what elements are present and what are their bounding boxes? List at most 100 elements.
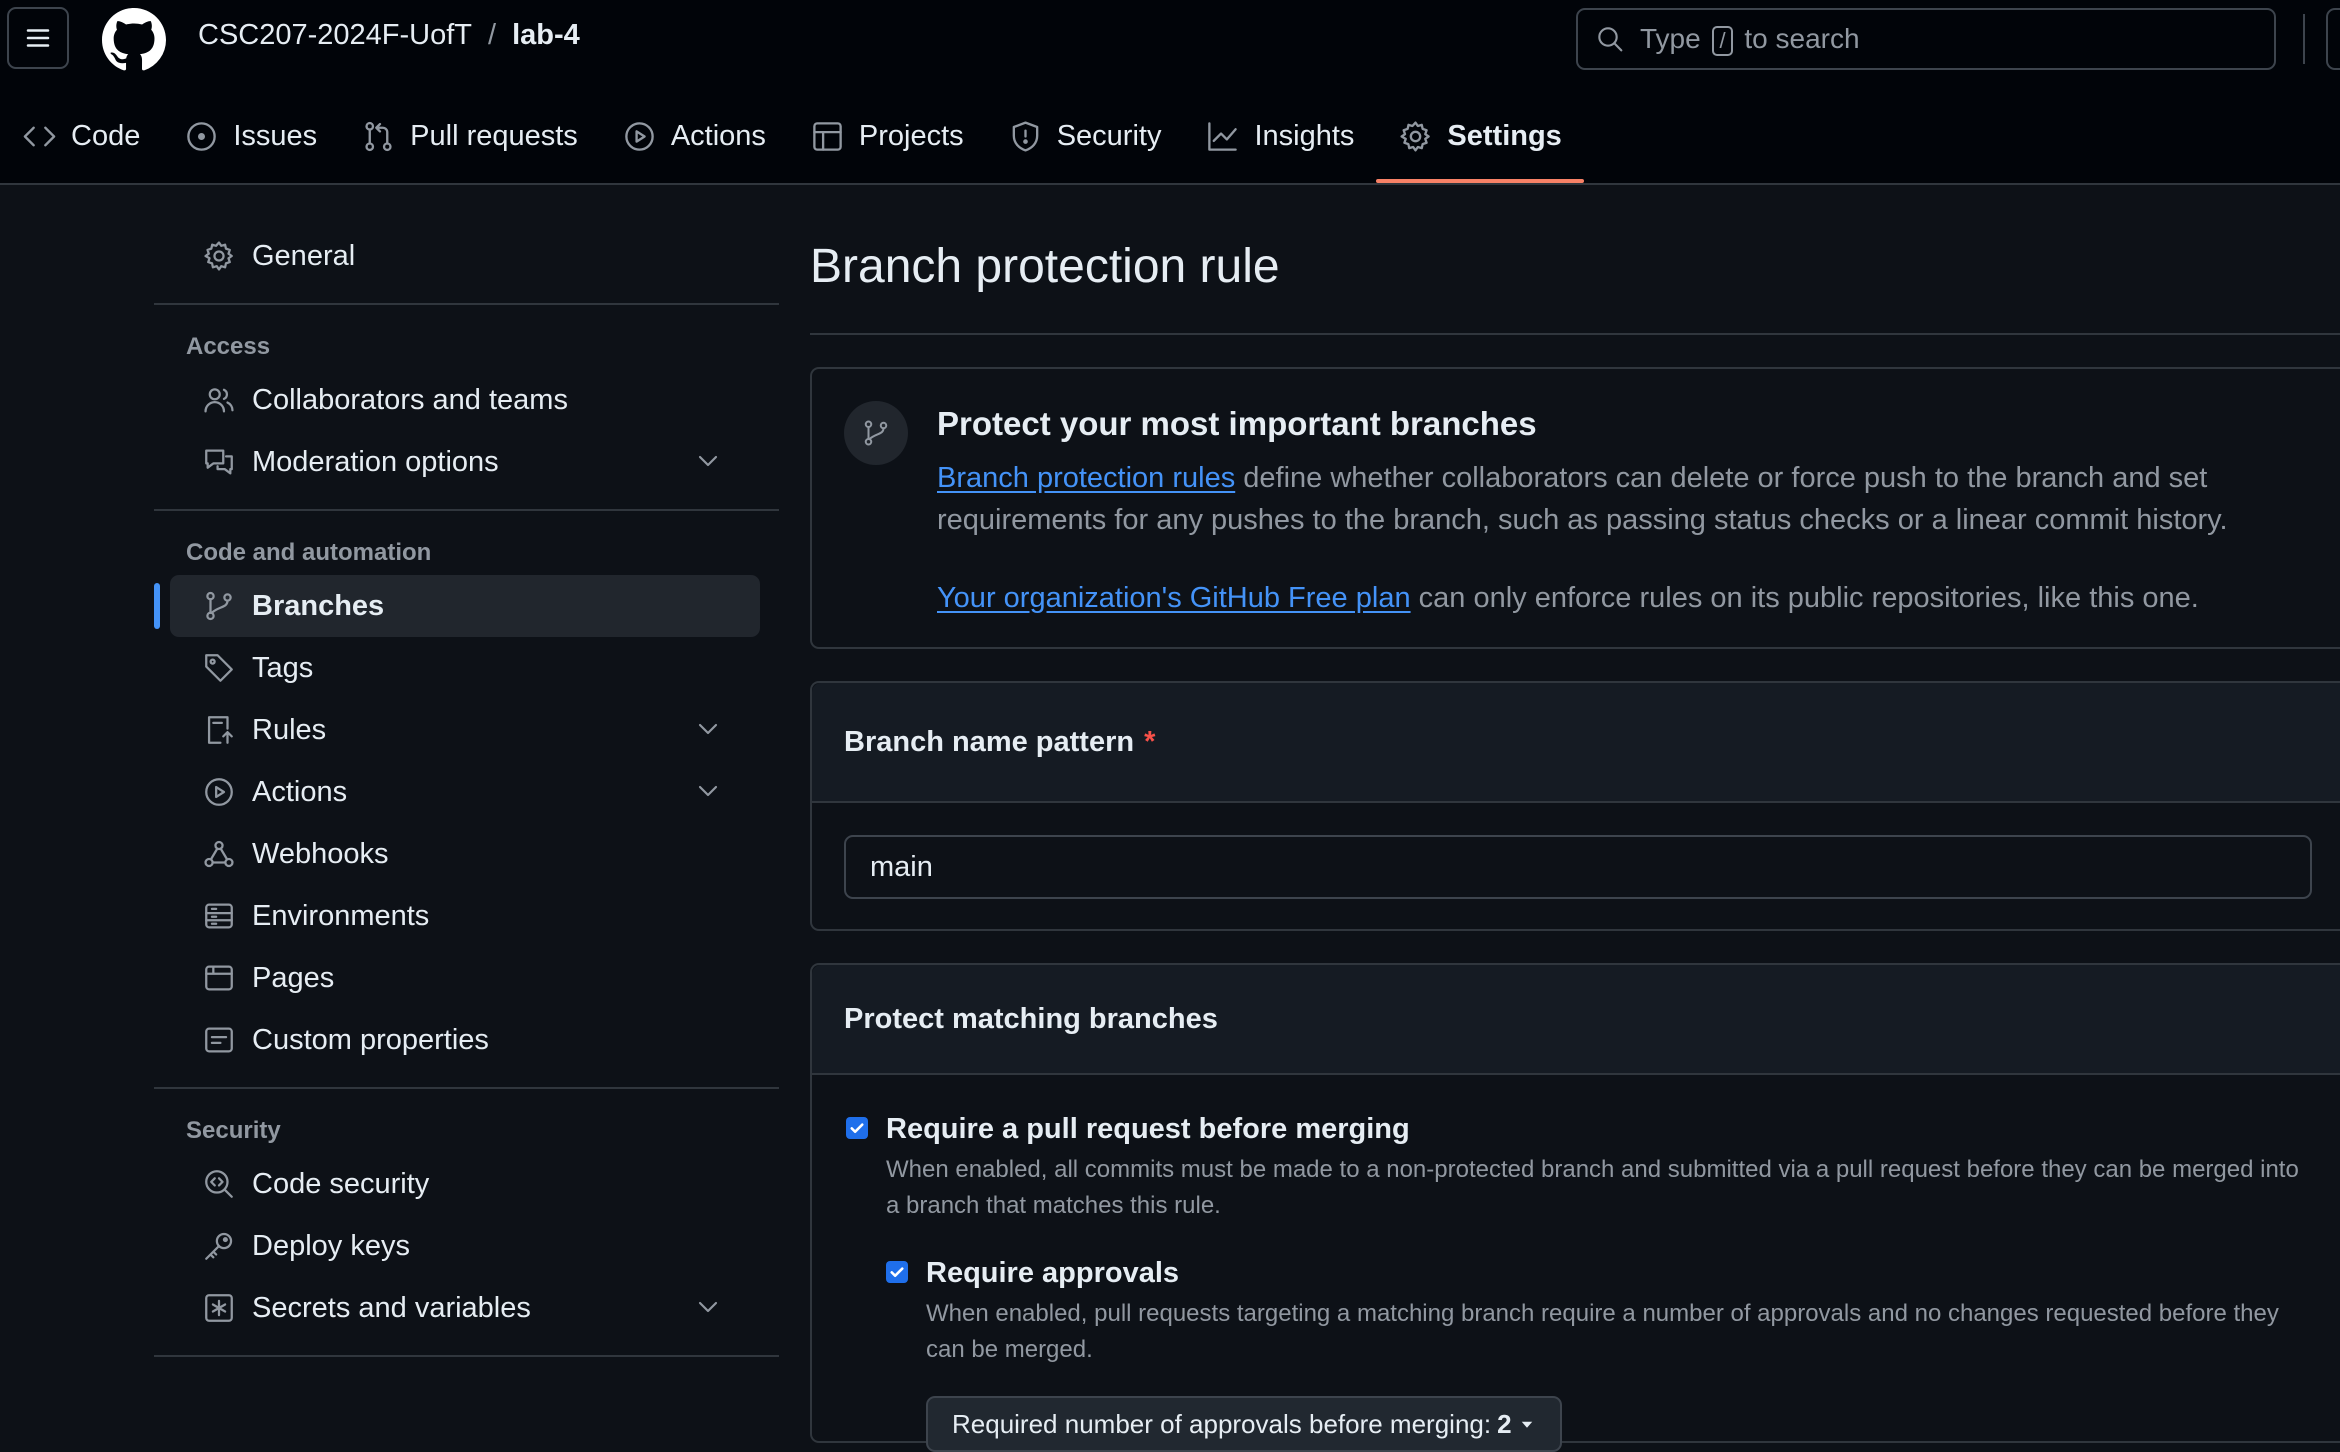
note-icon — [205, 1027, 233, 1053]
chevron-down-icon[interactable] — [692, 713, 724, 745]
sidebar-item-label: Tags — [252, 651, 314, 684]
require-approvals-description: When enabled, pull requests targeting a … — [926, 1300, 2279, 1363]
tab-label: Security — [1056, 119, 1162, 152]
sidebar-item-actions[interactable]: Actions — [170, 761, 760, 823]
branch-pattern-input[interactable] — [844, 835, 2312, 899]
sidebar-item-collaborators[interactable]: Collaborators and teams — [170, 369, 760, 431]
require-pr-checkbox[interactable] — [846, 1117, 868, 1139]
sidebar-heading-access: Access — [186, 333, 271, 360]
sidebar-item-label: Rules — [252, 713, 327, 746]
tab-label: Projects — [858, 119, 964, 152]
info-heading: Protect your most important branches — [937, 405, 1537, 442]
search-shortcut-key: / — [1712, 25, 1733, 56]
repo-owner-link[interactable]: CSC207-2024F-UofT — [198, 19, 472, 52]
menu-button[interactable] — [7, 7, 69, 69]
sidebar-item-code-security[interactable]: Code security — [170, 1153, 760, 1215]
sidebar-item-label: Secrets and variables — [252, 1291, 531, 1324]
tab-actions[interactable]: Actions — [600, 108, 788, 164]
sidebar-heading-code-automation: Code and automation — [186, 539, 432, 566]
repo-push-icon — [207, 716, 233, 744]
code-search-icon — [205, 1170, 233, 1198]
header-action-button[interactable] — [2326, 8, 2340, 70]
tab-settings[interactable]: Settings — [1376, 108, 1585, 183]
gear-icon — [204, 241, 233, 271]
require-approvals-checkbox[interactable] — [886, 1261, 908, 1283]
tab-label: Actions — [670, 119, 766, 152]
shield-icon — [1012, 120, 1039, 152]
sidebar-item-tags[interactable]: Tags — [170, 637, 760, 699]
info-text: can only enforce rules on its public rep… — [1410, 582, 2199, 614]
app-header: CSC207-2024F-UofT / lab-4 Type / to sear… — [0, 0, 2340, 185]
tab-label: Pull requests — [410, 119, 578, 152]
search-icon — [1598, 27, 1623, 52]
sidebar-item-branches[interactable]: Branches — [154, 575, 760, 637]
branch-protection-rules-link[interactable]: Branch protection rules — [937, 462, 1235, 494]
chevron-down-icon[interactable] — [692, 445, 724, 477]
tab-pull-requests[interactable]: Pull requests — [339, 108, 600, 164]
sidebar-item-label: Moderation options — [252, 445, 499, 478]
chevron-down-icon[interactable] — [692, 1291, 724, 1323]
tab-insights[interactable]: Insights — [1183, 108, 1376, 164]
header-divider — [2303, 14, 2305, 64]
sidebar-divider — [154, 1355, 779, 1357]
browser-icon — [205, 965, 233, 991]
sidebar-item-general[interactable]: General — [170, 225, 760, 287]
info-badge — [844, 401, 908, 465]
settings-sidebar: General Access Collaborators and teams M… — [154, 225, 779, 1377]
sidebar-item-webhooks[interactable]: Webhooks — [170, 823, 760, 885]
gear-icon — [1400, 120, 1431, 152]
dropdown-label: Required number of approvals before merg… — [952, 1408, 1492, 1439]
sidebar-item-label: Collaborators and teams — [252, 383, 568, 416]
tab-label: Settings — [1447, 119, 1562, 152]
repo-name-link[interactable]: lab-4 — [512, 19, 580, 52]
protect-heading: Protect matching branches — [812, 965, 2340, 1075]
sidebar-item-label: Pages — [252, 961, 335, 994]
tab-code[interactable]: Code — [0, 108, 162, 164]
sidebar-item-rules[interactable]: Rules — [170, 699, 760, 761]
sidebar-item-deploy-keys[interactable]: Deploy keys — [170, 1215, 760, 1277]
free-plan-link[interactable]: Your organization's GitHub Free plan — [937, 582, 1411, 614]
sidebar-item-label: Custom properties — [252, 1023, 489, 1056]
main-content: Branch protection rule Protect your most… — [810, 225, 2340, 1452]
play-icon — [625, 121, 654, 151]
sidebar-divider — [154, 303, 779, 305]
sidebar-item-environments[interactable]: Environments — [170, 885, 760, 947]
pull-request-icon — [365, 121, 392, 151]
caret-down-icon — [1521, 1421, 1532, 1428]
page-title: Branch protection rule — [810, 240, 1280, 293]
sidebar-heading-security: Security — [186, 1117, 281, 1144]
field-label: Branch name pattern — [844, 725, 1135, 758]
sidebar-divider — [154, 1087, 779, 1089]
server-icon — [205, 903, 233, 929]
sidebar-item-custom-properties[interactable]: Custom properties — [170, 1009, 760, 1071]
check-icon — [890, 1267, 904, 1278]
info-paragraph-plan: Your organization's GitHub Free plan can… — [937, 577, 2327, 619]
hamburger-icon — [26, 29, 50, 47]
issue-icon — [187, 121, 217, 151]
tab-security[interactable]: Security — [986, 108, 1184, 164]
branch-icon — [864, 420, 888, 446]
sidebar-divider — [154, 509, 779, 511]
dropdown-value: 2 — [1497, 1408, 1512, 1439]
sidebar-item-label: Deploy keys — [252, 1229, 410, 1262]
require-approvals-title: Require approvals — [926, 1257, 1180, 1289]
require-pr-title: Require a pull request before merging — [886, 1113, 1410, 1145]
protect-branches-box: Protect matching branches Require a pull… — [810, 963, 2340, 1452]
code-icon — [23, 126, 56, 146]
sidebar-item-pages[interactable]: Pages — [170, 947, 760, 1009]
sidebar-item-secrets-variables[interactable]: Secrets and variables — [170, 1277, 760, 1339]
webhook-icon — [204, 840, 234, 868]
play-icon — [205, 778, 233, 806]
title-divider — [810, 333, 2340, 335]
tab-projects[interactable]: Projects — [788, 108, 986, 164]
github-logo-icon[interactable] — [102, 8, 166, 72]
tab-label: Issues — [233, 119, 318, 152]
tab-issues[interactable]: Issues — [162, 108, 339, 164]
table-icon — [813, 121, 842, 151]
sidebar-item-moderation[interactable]: Moderation options — [170, 431, 760, 493]
require-pr-description: When enabled, all commits must be made t… — [886, 1156, 2299, 1219]
approvals-count-dropdown[interactable]: Required number of approvals before merg… — [926, 1396, 1562, 1452]
search-input[interactable]: Type / to search — [1576, 8, 2276, 70]
chevron-down-icon[interactable] — [692, 775, 724, 807]
people-icon — [204, 388, 234, 413]
